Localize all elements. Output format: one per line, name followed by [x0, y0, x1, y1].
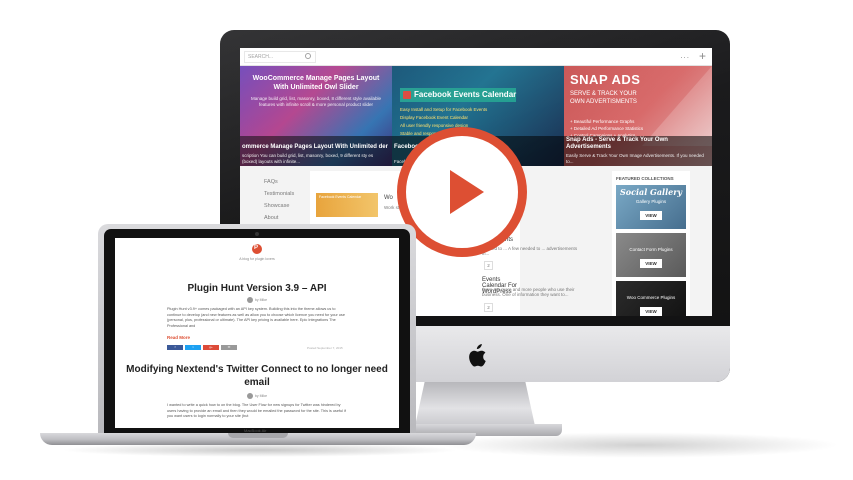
avatar: [246, 297, 253, 303]
slide-title[interactable]: ommerce Manage Pages Layout With Unlimit…: [242, 144, 388, 151]
collection-heading: Contact Form Plugins: [629, 247, 673, 252]
camera-icon: [255, 232, 259, 236]
post-title[interactable]: Modifying Nextend's Twitter Connect to n…: [115, 363, 399, 389]
calendar-icon: [403, 91, 411, 99]
collection-tile-woocommerce[interactable]: Woo Commerce Plugins VIEW: [616, 281, 686, 316]
read-more-link[interactable]: Read More: [167, 335, 190, 340]
blog-tagline: A blog for plugin lovers: [239, 257, 275, 261]
feature-item: Easy Install and Setup for Facebook Even…: [400, 107, 488, 112]
post-author: by Mike: [115, 297, 399, 303]
post-title[interactable]: Plugin Hunt Version 3.9 – API: [115, 282, 399, 295]
card-count: 2: [484, 303, 493, 312]
macbook-shadow: [60, 443, 460, 457]
apple-logo-icon: [469, 344, 486, 367]
blog-logo[interactable]: P: [252, 244, 262, 254]
author-name: by Mike: [254, 393, 268, 398]
card-row-desc: needed to ... A few needed to ... advert…: [482, 246, 578, 256]
feature-item: Display Facebook Event Calendar: [400, 115, 469, 120]
slide-title[interactable]: Snap Ads - Serve & Track Your Own Advert…: [566, 137, 708, 151]
collection-heading: Woo Commerce Plugins: [626, 295, 676, 300]
feature-item: + Beautiful Performance Graphs: [570, 119, 635, 124]
macbook-notch: [228, 433, 288, 438]
twitter-share-button[interactable]: t: [185, 345, 201, 350]
slide-subheading: Manage build grid, list, masonry, boxed,…: [251, 96, 381, 107]
thumbnail-label: Facebook Events Calendar: [319, 195, 362, 199]
facebook-events-badge: Facebook Events Calendar: [400, 88, 516, 102]
slide-subheading: SERVE & TRACK YOUR OWN ADVERTISMENTS: [570, 91, 637, 105]
post-excerpt: Plugin Hunt v3.9+ comes packaged with an…: [167, 307, 345, 328]
feature-item: + Detailed Ad Performance Statistics: [570, 126, 644, 131]
card-row-desc: there are more and more people who use t…: [482, 287, 575, 297]
view-button[interactable]: VIEW: [640, 211, 662, 220]
slide-description: Easily Serve & Track Your Own Image Adve…: [566, 153, 704, 164]
more-icon[interactable]: ...: [680, 51, 690, 60]
macbook-label: MacBook Air: [244, 428, 267, 433]
badge-label: Facebook Events Calendar: [414, 90, 517, 99]
post-excerpt: I wanted to write a quick how to on the …: [167, 403, 346, 418]
imac-stand-neck: [415, 382, 535, 426]
google-share-button[interactable]: g+: [203, 345, 219, 350]
post-date: Posted September 7, 2015: [307, 346, 343, 350]
view-button[interactable]: VIEW: [640, 307, 662, 316]
add-icon[interactable]: +: [699, 49, 706, 63]
macbook-screen: P A blog for plugin lovers Plugin Hunt V…: [115, 238, 399, 428]
slide-description: scription You can build grid, list, maso…: [242, 153, 374, 164]
view-button[interactable]: VIEW: [640, 259, 662, 268]
site-top-bar: SEARCH... ... +: [240, 48, 712, 66]
slide-heading: SNAP ADS: [570, 72, 641, 87]
avatar: [246, 393, 253, 399]
card-count: 2: [484, 261, 493, 270]
collections-title: FEATURED COLLECTIONS: [616, 176, 674, 181]
author-name: by Mike: [254, 297, 268, 302]
featured-slide-snap-ads[interactable]: SNAP ADS SERVE & TRACK YOUR OWN ADVERTIS…: [564, 66, 712, 166]
collection-tile-gallery[interactable]: Social Gallery Gallery Plugins VIEW: [616, 185, 686, 229]
logo-letter: P: [254, 245, 259, 251]
featured-collections: FEATURED COLLECTIONS Social Gallery Gall…: [612, 171, 690, 316]
featured-slide-woocommerce[interactable]: WooCommerce Manage Pages Layout With Unl…: [240, 66, 392, 166]
email-share-button[interactable]: ✉: [221, 345, 237, 350]
product-showcase: SEARCH... ... + WooCommerce Manage Pages…: [0, 0, 853, 480]
slide-decoration: [642, 66, 712, 146]
collection-heading: Gallery Plugins: [635, 199, 667, 204]
slide-heading: WooCommerce Manage Pages Layout With Unl…: [252, 75, 380, 91]
post-author: by Mike: [115, 393, 399, 399]
facebook-share-button[interactable]: f: [167, 345, 183, 350]
search-icon[interactable]: [305, 53, 311, 59]
card-title[interactable]: Wo: [384, 195, 393, 201]
collection-tile-contact-form[interactable]: Contact Form Plugins VIEW: [616, 233, 686, 277]
play-icon[interactable]: [450, 170, 484, 214]
card-thumbnail[interactable]: Facebook Events Calendar: [316, 193, 378, 217]
collection-brand: Social Gallery: [620, 187, 683, 197]
